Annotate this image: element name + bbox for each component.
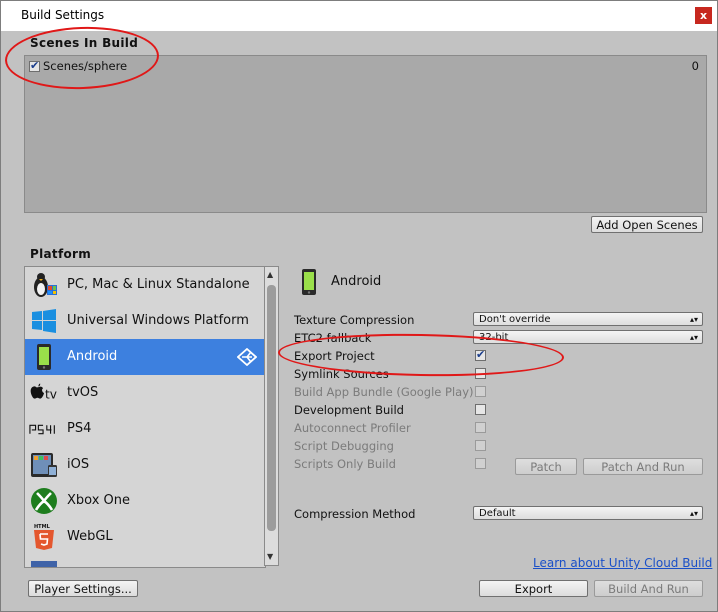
- patch-button[interactable]: Patch: [515, 458, 577, 475]
- close-button[interactable]: x: [695, 7, 712, 24]
- ps4-logo-icon: [29, 415, 59, 443]
- scene-row[interactable]: Scenes/sphere 0: [29, 59, 703, 75]
- development-build-label: Development Build: [294, 403, 404, 417]
- autoconnect-profiler-label: Autoconnect Profiler: [294, 421, 411, 435]
- platform-item-pc[interactable]: PC, Mac & Linux Standalone: [25, 267, 265, 303]
- unity-active-platform-icon: [236, 347, 258, 369]
- platform-item-webgl[interactable]: HTML WebGL: [25, 519, 265, 555]
- android-phone-icon: [299, 268, 319, 299]
- autoconnect-profiler-checkbox[interactable]: [475, 422, 486, 433]
- player-settings-button[interactable]: Player Settings...: [28, 580, 138, 597]
- build-settings-window: Build Settings x Scenes In Build Scenes/…: [0, 0, 718, 612]
- dropdown-arrow-icon: ▴▾: [689, 509, 698, 518]
- dropdown-arrow-icon: ▴▾: [689, 333, 698, 342]
- platform-label: Xbox One: [67, 493, 131, 508]
- platform-label: PS4: [67, 421, 92, 436]
- scripts-only-build-label: Scripts Only Build: [294, 457, 396, 471]
- development-build-checkbox[interactable]: [475, 404, 486, 415]
- export-project-label: Export Project: [294, 349, 375, 363]
- texture-compression-label: Texture Compression: [294, 313, 415, 327]
- scroll-up-arrow-icon[interactable]: ▲: [267, 270, 273, 279]
- platform-item-ps4[interactable]: PS4: [25, 411, 265, 447]
- platform-label: tvOS: [67, 385, 99, 400]
- svg-text:HTML: HTML: [34, 524, 51, 530]
- platform-label: PC, Mac & Linux Standalone: [67, 277, 250, 292]
- window-title: Build Settings: [21, 8, 105, 22]
- dropdown-value: 32-bit: [479, 332, 509, 343]
- platform-item-uwp[interactable]: Universal Windows Platform: [25, 303, 265, 339]
- dropdown-arrow-icon: ▴▾: [689, 315, 698, 324]
- svg-text:tv: tv: [45, 388, 57, 402]
- build-app-bundle-label: Build App Bundle (Google Play): [294, 385, 474, 399]
- android-phone-icon: [29, 343, 59, 371]
- platform-header: Platform: [30, 247, 92, 261]
- scenes-in-build-header: Scenes In Build: [30, 36, 139, 50]
- platform-item-android[interactable]: Android: [25, 339, 265, 375]
- platform-label: WebGL: [67, 529, 113, 544]
- dropdown-value: Don't override: [479, 314, 551, 325]
- title-bar[interactable]: Build Settings x: [1, 1, 717, 31]
- etc2-fallback-label: ETC2 fallback: [294, 331, 372, 345]
- build-and-run-button[interactable]: Build And Run: [594, 580, 703, 597]
- platform-label: iOS: [67, 457, 90, 472]
- platform-label: Universal Windows Platform: [67, 313, 249, 328]
- cloud-build-link[interactable]: Learn about Unity Cloud Build: [533, 556, 712, 570]
- scenes-list[interactable]: Scenes/sphere 0: [24, 55, 707, 213]
- partial-platform-icon: [31, 561, 57, 567]
- scrollbar-thumb[interactable]: [267, 285, 276, 531]
- scripts-only-build-checkbox[interactable]: [475, 458, 486, 469]
- script-debugging-checkbox[interactable]: [475, 440, 486, 451]
- symlink-sources-checkbox[interactable]: [475, 368, 486, 379]
- texture-compression-dropdown[interactable]: Don't override ▴▾: [473, 312, 703, 326]
- platform-scrollbar[interactable]: ▲ ▼: [264, 266, 279, 566]
- platform-label: Android: [67, 349, 118, 364]
- patch-and-run-button[interactable]: Patch And Run: [583, 458, 703, 475]
- platform-item-tvos[interactable]: tv tvOS: [25, 375, 265, 411]
- pc-penguin-icon: [29, 271, 59, 299]
- script-debugging-label: Script Debugging: [294, 439, 394, 453]
- compression-method-dropdown[interactable]: Default ▴▾: [473, 506, 703, 520]
- build-app-bundle-checkbox[interactable]: [475, 386, 486, 397]
- platform-item-ios[interactable]: iOS: [25, 447, 265, 483]
- xbox-logo-icon: [29, 487, 59, 515]
- add-open-scenes-button[interactable]: Add Open Scenes: [591, 216, 703, 233]
- scene-name: Scenes/sphere: [43, 59, 128, 73]
- html5-logo-icon: HTML: [29, 523, 59, 551]
- export-button[interactable]: Export: [479, 580, 588, 597]
- ipad-icon: [29, 451, 59, 479]
- scene-checkbox[interactable]: [29, 59, 40, 72]
- etc2-fallback-dropdown[interactable]: 32-bit ▴▾: [473, 330, 703, 344]
- scroll-down-arrow-icon[interactable]: ▼: [267, 552, 273, 561]
- windows-logo-icon: [29, 307, 59, 335]
- dropdown-value: Default: [479, 508, 516, 519]
- apple-tv-icon: tv: [29, 379, 59, 407]
- symlink-sources-label: Symlink Sources: [294, 367, 389, 381]
- platform-list[interactable]: PC, Mac & Linux Standalone Universal Win…: [24, 266, 266, 568]
- platform-item-xbox[interactable]: Xbox One: [25, 483, 265, 519]
- export-project-checkbox[interactable]: [475, 348, 486, 361]
- scene-index: 0: [691, 59, 699, 73]
- compression-method-label: Compression Method: [294, 507, 416, 521]
- platform-item-partial[interactable]: [25, 555, 265, 567]
- selected-platform-title: Android: [331, 274, 382, 289]
